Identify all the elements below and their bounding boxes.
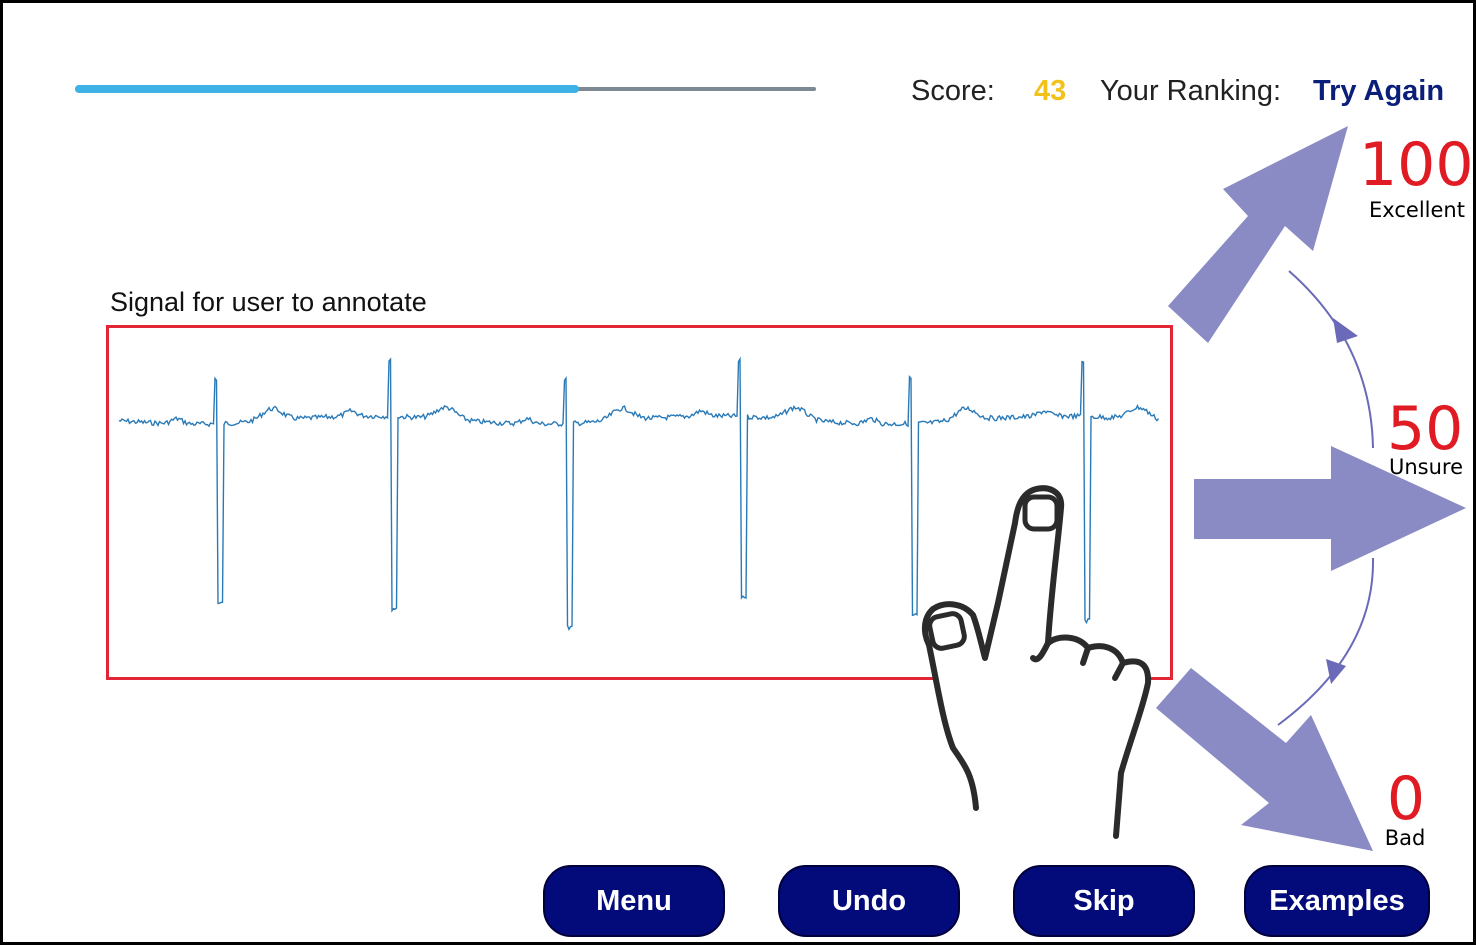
- rating-label-excellent: Excellent: [1369, 198, 1465, 222]
- rating-value-bad: 0: [1386, 764, 1426, 834]
- rating-label-bad: Bad: [1384, 826, 1426, 850]
- score-label: Score:: [911, 75, 995, 107]
- arrow-up-right-icon: [1168, 126, 1348, 343]
- signal-panel[interactable]: [106, 325, 1173, 680]
- ranking-label: Your Ranking:: [1100, 75, 1282, 107]
- undo-button[interactable]: Undo: [778, 865, 960, 937]
- examples-button[interactable]: Examples: [1244, 865, 1430, 937]
- rating-label-unsure: Unsure: [1388, 455, 1464, 479]
- menu-button[interactable]: Menu: [543, 865, 725, 937]
- arrow-down-right-icon: [1156, 668, 1373, 851]
- score-value: 43: [1034, 75, 1067, 107]
- progress-fill: [75, 85, 579, 93]
- ecg-trace: [118, 356, 1160, 632]
- rate-bad-arrow[interactable]: [1151, 663, 1381, 858]
- rating-value-excellent: 100: [1359, 130, 1474, 200]
- ecg-signal: [118, 356, 1160, 632]
- app-frame: Score: 43 Your Ranking: Try Again Signal…: [0, 0, 1476, 945]
- signal-caption: Signal for user to annotate: [110, 287, 427, 317]
- rating-value-unsure: 50: [1387, 394, 1464, 464]
- rate-excellent-arrow[interactable]: [1163, 121, 1363, 346]
- progress-bar: [75, 85, 816, 93]
- ranking-value: Try Again: [1313, 75, 1445, 107]
- skip-button[interactable]: Skip: [1013, 865, 1195, 937]
